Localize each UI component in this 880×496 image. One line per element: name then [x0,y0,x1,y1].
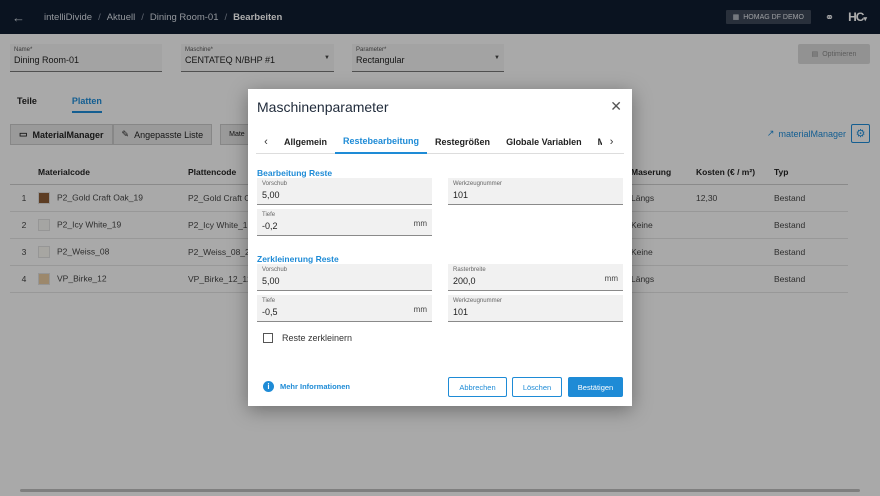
vorschub-label: Vorschub [262,267,288,273]
chevron-left-icon[interactable]: ‹ [256,136,276,148]
vorschub-value: 5,00 [262,276,280,286]
checkbox-label: Reste zerkleinern [282,333,353,343]
vorschub-field-2[interactable]: Vorschub 5,00 [257,264,432,291]
dialog-title: Maschinenparameter [257,99,389,115]
tiefe-field-2[interactable]: Tiefe -0,5 mm [257,295,432,322]
reste-zerkleinern-checkbox[interactable]: Reste zerkleinern [263,333,352,343]
chevron-right-icon[interactable]: › [602,136,622,148]
close-icon[interactable]: ✕ [610,98,622,115]
rasterbreite-unit: mm [604,274,618,283]
tiefe-field[interactable]: Tiefe -0,2 mm [257,209,432,236]
tab-globale-variablen[interactable]: Globale Variablen [498,130,590,154]
werkzeugnummer-field[interactable]: Werkzeugnummer 101 [448,178,623,205]
tab-truncated[interactable]: M [590,130,602,154]
tab-allgemein[interactable]: Allgemein [276,130,335,154]
tiefe-value: -0,2 [262,221,278,231]
vorschub-value: 5,00 [262,190,280,200]
werkzeugnummer-label: Werkzeugnummer [453,181,502,187]
tiefe-unit: mm [413,305,427,314]
info-icon: i [263,381,274,392]
vorschub-field[interactable]: Vorschub 5,00 [257,178,432,205]
tiefe-value: -0,5 [262,307,278,317]
tab-restegroessen[interactable]: Restegrößen [427,130,498,154]
werkzeugnummer-field-2[interactable]: Werkzeugnummer 101 [448,295,623,322]
werkzeugnummer-label: Werkzeugnummer [453,298,502,304]
tiefe-unit: mm [413,219,427,228]
checkbox-box[interactable] [263,333,273,343]
tiefe-label: Tiefe [262,212,276,218]
confirm-button[interactable]: Bestätigen [568,377,623,397]
rasterbreite-field[interactable]: Rasterbreite 200,0 mm [448,264,623,291]
delete-button[interactable]: Löschen [512,377,562,397]
rasterbreite-label: Rasterbreite [453,267,486,273]
rasterbreite-value: 200,0 [453,276,476,286]
machine-parameters-dialog: Maschinenparameter ✕ ‹ Allgemein Restebe… [248,89,632,406]
tiefe-label: Tiefe [262,298,276,304]
werkzeugnummer-value: 101 [453,307,469,317]
more-info-link[interactable]: i Mehr Informationen [263,381,350,392]
dialog-tabs: ‹ Allgemein Restebearbeitung Restegrößen… [256,130,624,154]
section-zerkleinerung-reste: Zerkleinerung Reste [257,254,339,264]
section-bearbeitung-reste: Bearbeitung Reste [257,168,333,178]
werkzeugnummer-value: 101 [453,190,469,200]
tab-restebearbeitung[interactable]: Restebearbeitung [335,130,428,154]
more-info-label: Mehr Informationen [280,382,351,391]
cancel-button[interactable]: Abbrechen [448,377,507,397]
vorschub-label: Vorschub [262,181,288,187]
